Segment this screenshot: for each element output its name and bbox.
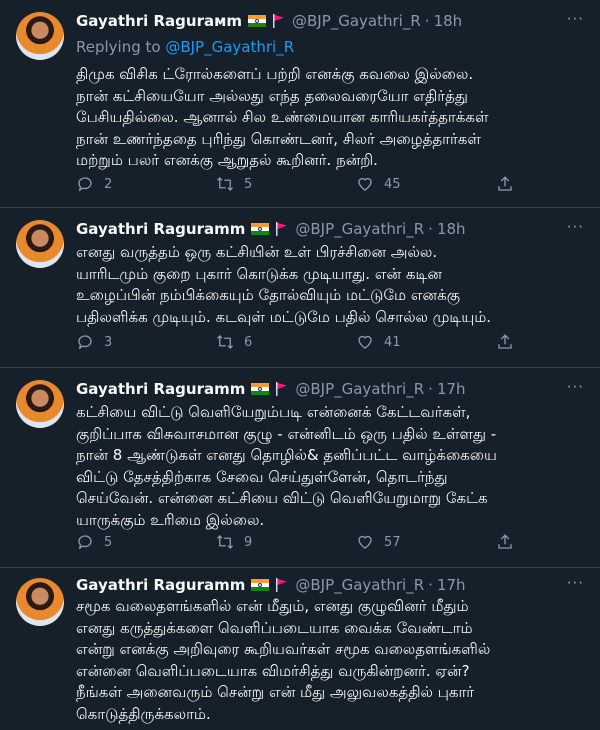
user-handle[interactable]: @BJP_Gayathri_R [295, 380, 424, 398]
share-icon [498, 334, 512, 349]
retweet-icon [217, 535, 233, 549]
heart-icon [358, 335, 372, 349]
heart-icon [358, 177, 372, 191]
india-flag-icon [247, 15, 266, 27]
tweet-header: Gayathri Raguramm @BJP_Gayathri_R · 18h … [76, 218, 584, 240]
share-icon [498, 534, 512, 549]
display-name[interactable]: Gayathri Raguramm [76, 220, 245, 238]
tweet-header: Gayathri Raguramm @BJP_Gayathri_R · 17h … [76, 378, 584, 400]
separator-dot: · [424, 12, 430, 30]
timestamp[interactable]: 17h [437, 576, 466, 594]
display-name[interactable]: Gayathri Ragurамm [76, 12, 242, 30]
display-name[interactable]: Gayathri Raguramm [76, 380, 245, 398]
reply-icon [78, 177, 92, 192]
separator-dot: · [428, 380, 433, 398]
user-handle[interactable]: @BJP_Gayathri_R [295, 576, 424, 594]
retweet-count: 9 [244, 534, 253, 550]
replying-to: Replying to @BJP_Gayathri_R [76, 38, 294, 56]
replying-to-handle[interactable]: @BJP_Gayathri_R [165, 38, 294, 56]
reply-button[interactable]: 5 [76, 533, 186, 551]
more-options-icon[interactable]: ··· [567, 218, 584, 236]
reply-button[interactable]: 3 [76, 333, 186, 351]
tweet[interactable]: Gayathri Raguramm @BJP_Gayathri_R · 17h … [0, 368, 600, 568]
separator-dot: · [428, 576, 433, 594]
tweet-header: Gayathri Ragurамm @BJP_Gayathri_R · 18h … [76, 10, 584, 32]
retweet-icon [217, 335, 233, 349]
more-options-icon[interactable]: ··· [567, 574, 584, 592]
retweet-count: 5 [244, 176, 253, 192]
bjp-flag-icon [276, 578, 288, 592]
like-count: 41 [384, 334, 401, 350]
tweet-actions: 2 5 45 [76, 174, 516, 194]
bjp-flag-icon [276, 382, 288, 396]
tweet-text: திமுக விசிக ட்ரோல்களைப் பற்றி எனக்கு கவல… [76, 65, 489, 169]
retweet-button[interactable]: 6 [216, 333, 326, 351]
share-button[interactable] [496, 333, 516, 351]
display-name[interactable]: Gayathri Raguramm [76, 576, 245, 594]
timestamp[interactable]: 18h [437, 220, 466, 238]
avatar[interactable] [16, 578, 64, 626]
reply-icon [78, 335, 92, 350]
reply-count: 3 [104, 334, 113, 350]
like-count: 45 [384, 176, 401, 192]
avatar[interactable] [16, 220, 64, 268]
like-button[interactable]: 57 [356, 533, 466, 551]
india-flag-icon [251, 383, 270, 395]
separator-dot: · [428, 220, 433, 238]
user-handle[interactable]: @BJP_Gayathri_R [295, 220, 424, 238]
share-button[interactable] [496, 175, 516, 193]
avatar[interactable] [16, 380, 64, 428]
retweet-icon [217, 177, 233, 191]
retweet-count: 6 [244, 334, 253, 350]
bjp-flag-icon [276, 222, 288, 236]
share-icon [498, 176, 512, 191]
tweet-header: Gayathri Raguramm @BJP_Gayathri_R · 17h … [76, 574, 584, 596]
more-options-icon[interactable]: ··· [567, 10, 584, 28]
reply-count: 2 [104, 176, 113, 192]
like-button[interactable]: 41 [356, 333, 466, 351]
replying-to-label: Replying to [76, 38, 166, 56]
like-button[interactable]: 45 [356, 175, 466, 193]
share-button[interactable] [496, 533, 516, 551]
user-handle[interactable]: @BJP_Gayathri_R [292, 12, 421, 30]
tweet[interactable]: Gayathri Ragurамm @BJP_Gayathri_R · 18h … [0, 0, 600, 208]
timestamp[interactable]: 17h [437, 380, 466, 398]
reply-button[interactable]: 2 [76, 175, 186, 193]
tweet-actions: 3 6 41 [76, 332, 516, 352]
avatar[interactable] [16, 12, 64, 60]
tweet[interactable]: Gayathri Raguramm @BJP_Gayathri_R · 18h … [0, 208, 600, 368]
tweet-actions: 5 9 57 [76, 532, 516, 552]
more-options-icon[interactable]: ··· [567, 378, 584, 396]
reply-icon [78, 535, 92, 550]
tweet-text: கட்சியை விட்டு வெளியேறும்படி என்னைக் கேட… [76, 403, 497, 529]
timestamp[interactable]: 18h [434, 12, 463, 30]
retweet-button[interactable]: 5 [216, 175, 326, 193]
tweet[interactable]: Gayathri Raguramm @BJP_Gayathri_R · 17h … [0, 568, 600, 730]
bjp-flag-icon [272, 14, 284, 28]
tweet-text: சமூக வலைதளங்களில் என் மீதும், எனது குழுவ… [76, 597, 491, 723]
india-flag-icon [251, 579, 270, 591]
heart-icon [358, 535, 372, 549]
like-count: 57 [384, 534, 401, 550]
tweet-text: எனது வருத்தம் ஒரு கட்சியின் உள் பிரச்சின… [76, 243, 492, 326]
retweet-button[interactable]: 9 [216, 533, 326, 551]
reply-count: 5 [104, 534, 113, 550]
india-flag-icon [251, 223, 270, 235]
